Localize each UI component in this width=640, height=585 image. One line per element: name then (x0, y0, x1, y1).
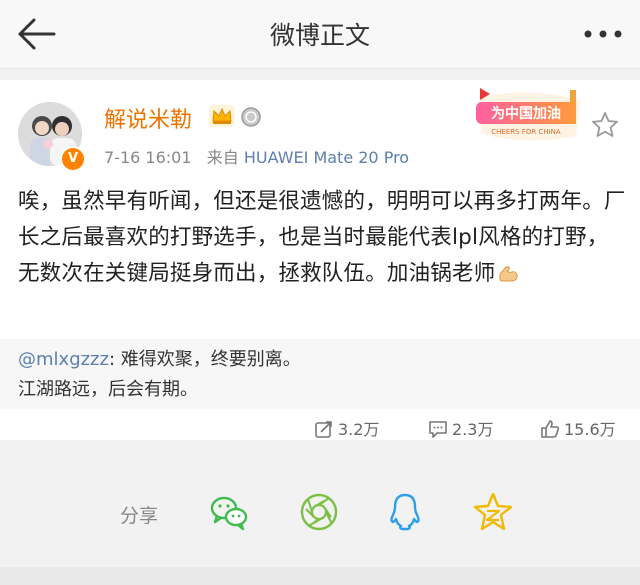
verified-badge: V (60, 146, 86, 172)
post-source[interactable]: HUAWEI Mate 20 Pro (244, 148, 409, 167)
from-label: 来自 (206, 148, 239, 167)
cheers-for-china-badge[interactable]: 为中国加油 CHEERS FOR CHINA (468, 84, 588, 146)
favorite-star-icon[interactable] (590, 110, 620, 140)
muscle-icon (499, 266, 519, 282)
like-count: 15.6万 (564, 420, 616, 439)
share-label: 分享 (120, 505, 159, 527)
comment-button[interactable]: 2.3万 (428, 416, 493, 442)
quoted-post[interactable]: @mlxgzzz: 难得欢聚，终要别离。 江湖路远，后会有期。 (0, 339, 640, 409)
quoted-text-line1: @mlxgzzz: 难得欢聚，终要别离。 (18, 345, 301, 371)
comment-count: 2.3万 (452, 420, 494, 439)
wechat-icon[interactable] (208, 491, 250, 533)
post-time: 7-16 16:01 (104, 148, 192, 167)
qzone-icon[interactable] (472, 491, 514, 533)
page-title: 微博正文 (269, 21, 370, 50)
quoted-text: : 难得欢聚，终要别离。 (108, 349, 301, 370)
medal-icon[interactable] (240, 104, 262, 128)
like-icon (541, 420, 560, 438)
repost-button[interactable]: 3.2万 (314, 416, 379, 442)
moments-icon[interactable] (298, 491, 340, 533)
top-bar: 微博正文 (0, 0, 640, 69)
promo-badge-subtitle: CHEERS FOR CHINA (491, 128, 561, 136)
post-body: 唉，虽然早有听闻，但还是很遗憾的，明明可以再多打两年。厂长之后最喜欢的打野选手，… (18, 184, 626, 292)
more-icon[interactable] (580, 24, 626, 44)
post-text: 唉，虽然早有听闻，但还是很遗憾的，明明可以再多打两年。厂长之后最喜欢的打野选手，… (18, 189, 626, 286)
action-bar: 3.2万 2.3万 15.6万 (0, 412, 640, 442)
share-bar: 分享 (0, 455, 640, 567)
like-button[interactable]: 15.6万 (540, 416, 616, 442)
bottom-divider (0, 567, 640, 585)
author-name[interactable]: 解说米勒 (104, 102, 192, 134)
repost-icon (315, 421, 332, 438)
comment-icon (429, 421, 447, 438)
promo-badge-title: 为中国加油 (491, 105, 561, 122)
qq-icon[interactable] (384, 491, 426, 533)
crown-icon[interactable] (208, 104, 236, 128)
post-meta: 7-16 16:01 来自 HUAWEI Mate 20 Pro (104, 144, 409, 168)
repost-count: 3.2万 (338, 420, 380, 439)
mention-link[interactable]: @mlxgzzz (18, 349, 109, 370)
quoted-text-line2: 江湖路远，后会有期。 (18, 379, 198, 400)
